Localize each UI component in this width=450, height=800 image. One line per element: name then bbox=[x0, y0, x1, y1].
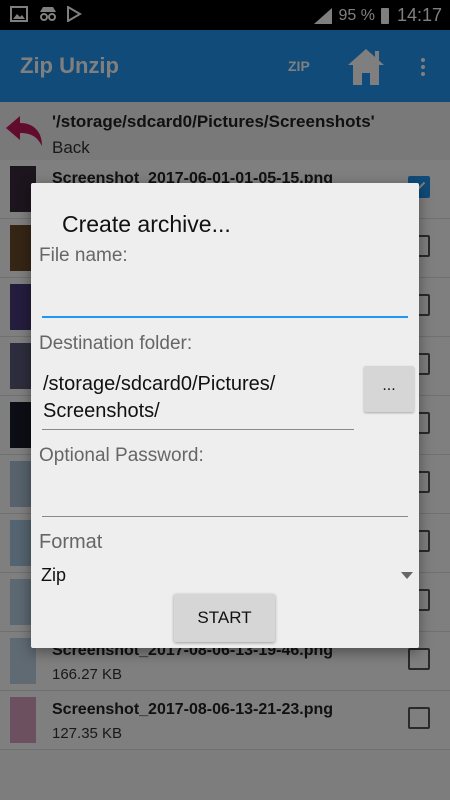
file-name-underline bbox=[42, 316, 408, 318]
format-select[interactable]: Zip bbox=[41, 563, 415, 593]
destination-field[interactable]: /storage/sdcard0/Pictures/ Screenshots/ bbox=[43, 371, 275, 425]
dialog-title: Create archive... bbox=[62, 211, 231, 237]
destination-line-2: Screenshots/ bbox=[43, 400, 160, 422]
create-archive-dialog: Create archive... File name: Destination… bbox=[31, 183, 419, 648]
file-name-input[interactable] bbox=[43, 283, 407, 313]
destination-label: Destination folder: bbox=[39, 333, 193, 354]
dropdown-arrow-icon bbox=[401, 572, 413, 579]
browse-button[interactable]: ... bbox=[364, 366, 414, 412]
start-button[interactable]: START bbox=[174, 594, 275, 642]
destination-underline bbox=[42, 429, 354, 430]
password-underline bbox=[42, 516, 408, 517]
password-label: Optional Password: bbox=[39, 445, 204, 466]
format-label: Format bbox=[39, 531, 103, 553]
format-value: Zip bbox=[41, 565, 67, 585]
file-name-label: File name: bbox=[39, 245, 128, 266]
destination-line-1: /storage/sdcard0/Pictures/ bbox=[43, 373, 276, 395]
password-input[interactable] bbox=[43, 483, 407, 513]
